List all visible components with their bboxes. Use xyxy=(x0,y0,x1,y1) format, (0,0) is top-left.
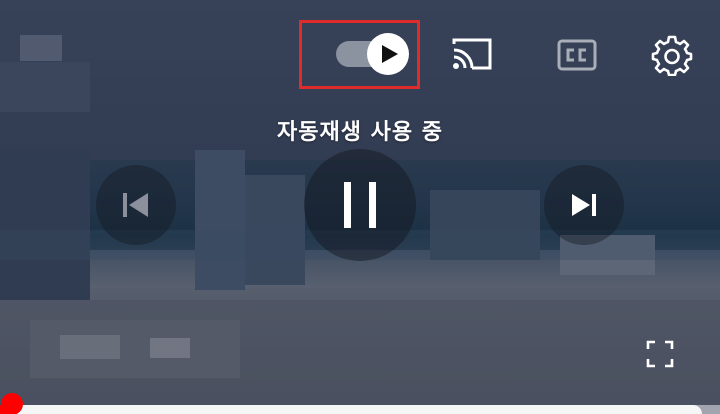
next-button[interactable] xyxy=(544,165,624,245)
progress-buffered xyxy=(12,405,702,414)
settings-button[interactable] xyxy=(651,34,693,77)
skip-previous-icon xyxy=(123,193,148,217)
previous-button[interactable] xyxy=(96,165,176,245)
pause-icon xyxy=(344,182,376,228)
video-player[interactable]: 자동재생 사용 중 xyxy=(0,0,720,414)
captions-button[interactable] xyxy=(557,38,597,72)
pause-button[interactable] xyxy=(304,149,416,261)
skip-next-icon xyxy=(572,194,596,216)
fullscreen-icon xyxy=(646,340,674,368)
cast-button[interactable] xyxy=(450,36,494,72)
closed-captions-icon xyxy=(557,39,597,71)
autoplay-highlight-box xyxy=(299,20,420,89)
fullscreen-button[interactable] xyxy=(645,339,675,369)
gear-icon xyxy=(651,35,693,77)
cast-icon xyxy=(452,38,492,70)
autoplay-status-text: 자동재생 사용 중 xyxy=(277,120,443,145)
progress-scrubber[interactable] xyxy=(1,393,23,414)
